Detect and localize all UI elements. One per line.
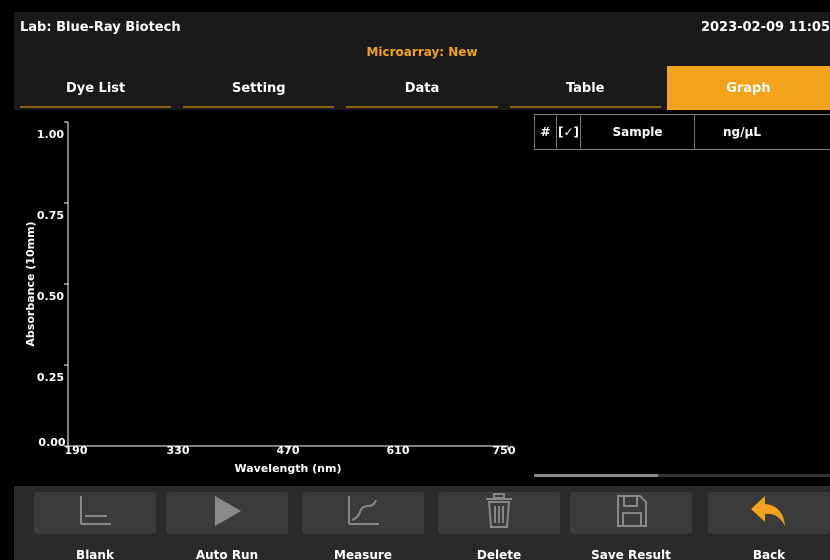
datetime: 2023-02-09 11:05: [700, 20, 830, 35]
auto-run-button[interactable]: [166, 492, 288, 534]
horizontal-scrollbar[interactable]: [534, 474, 830, 477]
top-bar: Lab: Blue-Ray Biotech 2023-02-09 11:05 M…: [14, 12, 830, 66]
instrument-screen: Lab: Blue-Ray Biotech 2023-02-09 11:05 M…: [14, 12, 830, 560]
absorbance-graph[interactable]: 1.00 0.75 0.50 0.25 0.00 190 330 470 610…: [14, 110, 534, 486]
save-result-button[interactable]: [570, 492, 692, 534]
back-button[interactable]: [708, 492, 830, 534]
tab-table[interactable]: Table: [503, 66, 667, 110]
measure-label: Measure: [334, 548, 392, 560]
tab-bar: Dye List Setting Data Table Graph: [14, 66, 830, 110]
play-icon: [207, 494, 247, 532]
mode-title: Microarray: New: [366, 45, 478, 59]
delete-label: Delete: [476, 548, 522, 560]
column-header-concentration[interactable]: ng/μL: [694, 114, 830, 150]
back-arrow-icon: [747, 493, 791, 533]
blank-icon: [75, 494, 115, 532]
graph-canvas: 1.00 0.75 0.50 0.25 0.00 190 330 470 610…: [24, 121, 516, 475]
sample-table[interactable]: # [✓] Sample ng/μL: [534, 110, 830, 486]
save-icon: [611, 493, 651, 533]
column-header-select[interactable]: [✓]: [556, 114, 580, 150]
column-header-number[interactable]: #: [534, 114, 556, 150]
blank-button[interactable]: [34, 492, 156, 534]
blank-label: Blank: [76, 548, 114, 560]
save-result-label: Save Result: [591, 548, 671, 560]
back-label: Back: [752, 548, 786, 560]
y-tick-label: 1.00: [37, 128, 64, 141]
y-tick-label: 0.25: [37, 371, 64, 384]
x-tick-label: 610: [387, 444, 410, 457]
column-header-sample[interactable]: Sample: [580, 114, 694, 150]
tab-dye-list[interactable]: Dye List: [14, 66, 178, 110]
y-tick-label: 0.00: [38, 436, 65, 449]
tab-data[interactable]: Data: [340, 66, 504, 110]
y-axis-title: Absorbance (10mm): [24, 221, 37, 346]
y-tick-label: 0.50: [37, 290, 64, 303]
x-tick-label: 470: [277, 444, 300, 457]
action-bar: Blank Auto Run Measure Delete Save Resul…: [14, 486, 830, 560]
measure-button[interactable]: [302, 492, 424, 534]
table-header: # [✓] Sample ng/μL: [534, 114, 830, 150]
x-tick-label: 750: [493, 444, 516, 457]
tab-graph[interactable]: Graph: [666, 66, 830, 110]
x-tick-label: 330: [167, 444, 190, 457]
delete-button[interactable]: [438, 492, 560, 534]
tab-setting[interactable]: Setting: [177, 66, 341, 110]
lab-name: Lab: Blue-Ray Biotech: [20, 20, 181, 35]
x-axis-title: Wavelength (nm): [235, 462, 342, 475]
x-tick-label: 190: [65, 444, 88, 457]
auto-run-label: Auto Run: [195, 548, 259, 560]
scrollbar-thumb[interactable]: [534, 474, 658, 477]
y-tick-label: 0.75: [37, 209, 64, 222]
trash-icon: [479, 493, 519, 533]
measure-icon: [343, 494, 383, 532]
